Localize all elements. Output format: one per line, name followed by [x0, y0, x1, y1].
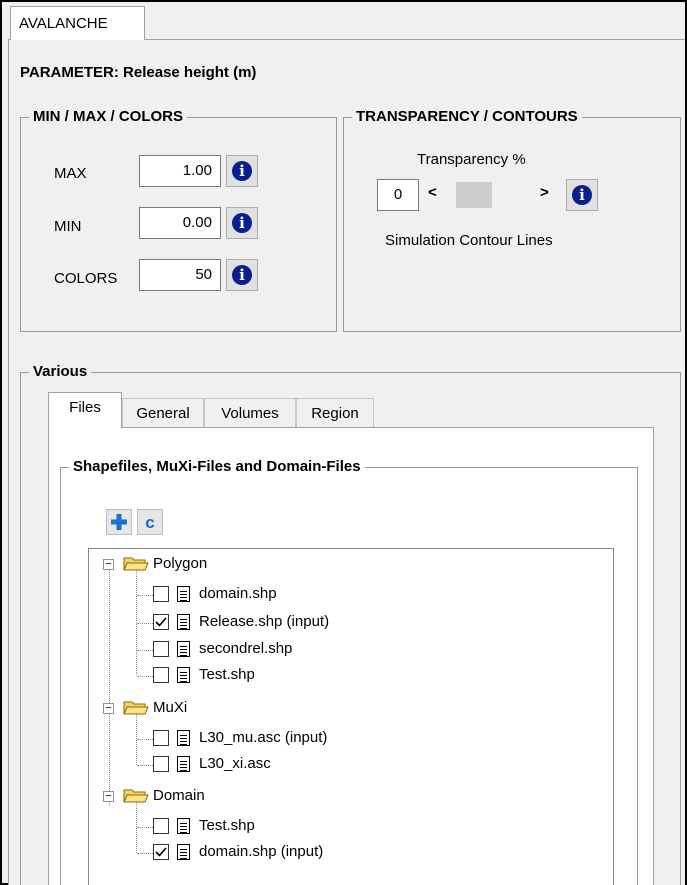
check-icon [155, 847, 167, 857]
transparency-label: Transparency % [417, 151, 526, 168]
tab-general[interactable]: General [122, 398, 204, 428]
checkbox[interactable] [153, 667, 169, 683]
collapse-icon[interactable]: − [103, 703, 114, 714]
transparency-group: TRANSPARENCY / CONTOURS [343, 108, 681, 332]
document-icon [177, 614, 190, 630]
folder-open-icon [123, 789, 149, 803]
tree-guide [137, 853, 153, 854]
document-icon [177, 730, 190, 746]
checkbox-checked[interactable] [153, 614, 169, 630]
tab-files-label: Files [69, 399, 101, 416]
max-input[interactable]: 1.00 [139, 155, 221, 187]
checkbox[interactable] [153, 641, 169, 657]
scroll-thumb[interactable] [456, 182, 492, 208]
various-group-title: Various [29, 363, 92, 381]
tree-item-label: L30_mu.asc (input) [199, 729, 328, 746]
tree-item-label: Test.shp [199, 666, 255, 683]
check-icon [155, 617, 167, 627]
tree-item-label: Release.shp (input) [199, 613, 330, 630]
min-label: MIN [54, 218, 82, 235]
tab-files[interactable]: Files [48, 392, 122, 428]
folder-open-icon [123, 557, 149, 571]
collapse-icon[interactable]: − [103, 559, 114, 570]
tree-item-label: Test.shp [199, 817, 255, 834]
scroll-right-arrow[interactable]: > [540, 184, 549, 201]
transparency-group-title: TRANSPARENCY / CONTOURS [352, 108, 582, 126]
file-tree[interactable]: − Polygon domain.shp Release.shp (input) [88, 548, 614, 885]
min-info-button[interactable]: i [226, 207, 258, 239]
parameter-title: PARAMETER: Release height (m) [20, 64, 257, 81]
info-icon: i [232, 213, 252, 233]
checkbox[interactable] [153, 818, 169, 834]
tab-volumes-label: Volumes [221, 405, 279, 422]
refresh-button[interactable]: c [137, 509, 163, 535]
document-icon [177, 641, 190, 657]
tree-item-label: secondrel.shp [199, 640, 293, 657]
tab-general-label: General [136, 405, 190, 422]
colors-info-button[interactable]: i [226, 259, 258, 291]
tree-guide [137, 676, 153, 677]
checkbox-checked[interactable] [153, 844, 169, 860]
tab-avalanche-label: AVALANCHE [19, 15, 108, 32]
info-icon: i [572, 185, 592, 205]
tree-item-label: L30_xi.asc [199, 755, 271, 772]
tree-guide [137, 595, 153, 596]
transparency-input[interactable]: 0 [377, 179, 419, 211]
checkbox[interactable] [153, 756, 169, 772]
checkbox[interactable] [153, 586, 169, 602]
add-button[interactable] [106, 509, 132, 535]
tab-region[interactable]: Region [296, 398, 374, 428]
document-icon [177, 667, 190, 683]
tab-region-label: Region [311, 405, 359, 422]
tree-item-label: domain.shp (input) [199, 843, 324, 860]
max-label: MAX [54, 165, 87, 182]
folder-open-icon [123, 701, 149, 715]
tree-guide [137, 827, 153, 828]
scroll-left-arrow[interactable]: < [428, 184, 437, 201]
tree-guide [137, 739, 153, 740]
tab-volumes[interactable]: Volumes [204, 398, 296, 428]
info-icon: i [232, 265, 252, 285]
tree-guide [136, 569, 137, 675]
refresh-icon: c [145, 512, 155, 532]
tree-guide [109, 569, 110, 805]
tree-guide [137, 623, 153, 624]
colors-label: COLORS [54, 270, 118, 287]
colors-input[interactable]: 50 [139, 259, 221, 291]
shapefiles-group-title: Shapefiles, MuXi-Files and Domain-Files [69, 458, 365, 476]
window: AVALANCHE PARAMETER: Release height (m) … [2, 2, 685, 885]
plus-icon [111, 514, 127, 530]
tree-guide [137, 765, 153, 766]
transparency-info-button[interactable]: i [566, 179, 598, 211]
tree-guide [137, 650, 153, 651]
document-icon [177, 586, 190, 602]
max-info-button[interactable]: i [226, 155, 258, 187]
tree-group-label: Domain [153, 787, 205, 804]
checkbox[interactable] [153, 730, 169, 746]
transparency-scrollbar[interactable]: < > [422, 180, 560, 210]
tree-group-label: MuXi [153, 699, 188, 716]
document-icon [177, 818, 190, 834]
tree-group-label: Polygon [153, 555, 208, 572]
document-icon [177, 756, 190, 772]
tree-item-label: domain.shp [199, 585, 277, 602]
min-input[interactable]: 0.00 [139, 207, 221, 239]
tab-avalanche[interactable]: AVALANCHE [10, 6, 145, 40]
contour-label: Simulation Contour Lines [385, 232, 553, 249]
collapse-icon[interactable]: − [103, 791, 114, 802]
document-icon [177, 844, 190, 860]
info-icon: i [232, 161, 252, 181]
minmax-group-title: MIN / MAX / COLORS [29, 108, 187, 126]
